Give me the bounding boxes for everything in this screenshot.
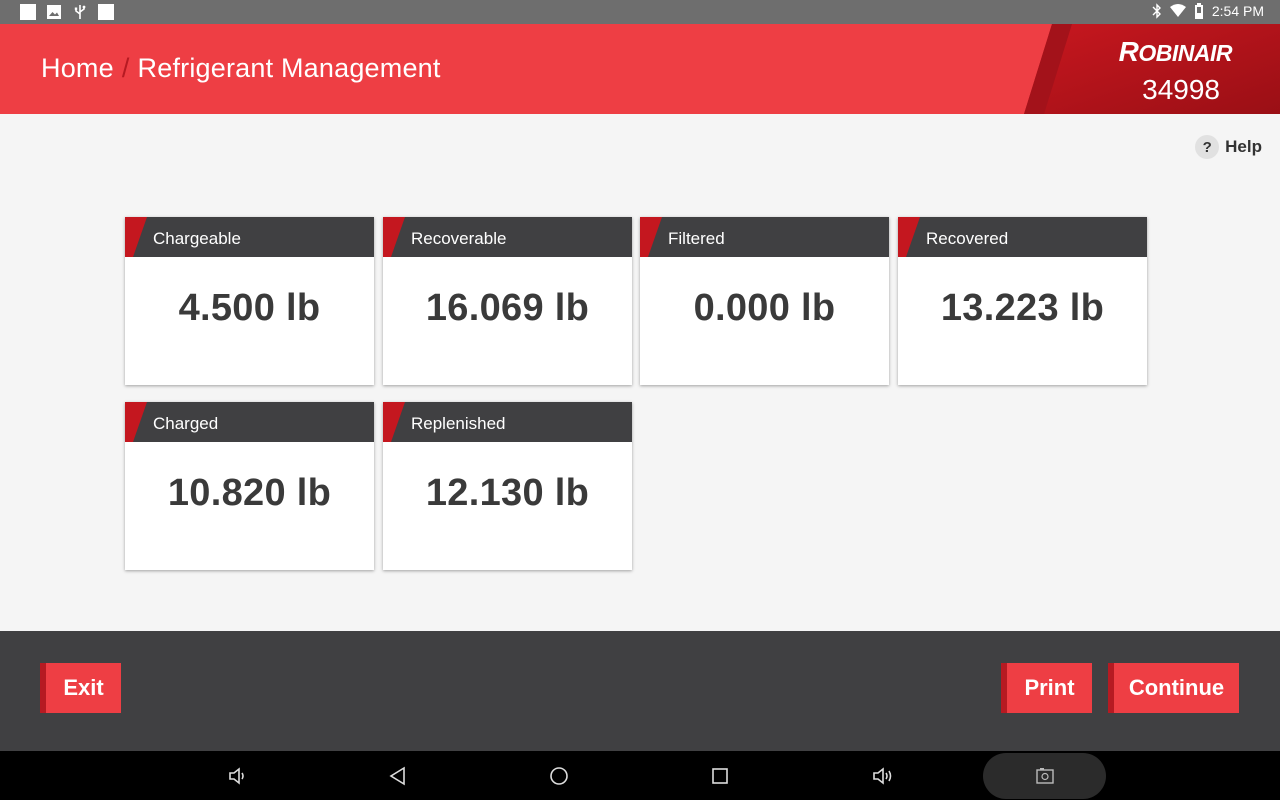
- card-filtered: Filtered 0.000 lb: [640, 217, 889, 385]
- card-chargeable: Chargeable 4.500 lb: [125, 217, 374, 385]
- continue-button[interactable]: Continue: [1108, 663, 1239, 713]
- home-icon[interactable]: [547, 764, 571, 788]
- card-value: 0.000 lb: [693, 287, 836, 329]
- card-tab-icon: [125, 402, 147, 442]
- bluetooth-icon: [1152, 3, 1162, 19]
- status-time: 2:54 PM: [1211, 3, 1264, 19]
- exit-button[interactable]: Exit: [40, 663, 121, 713]
- card-title: Chargeable: [153, 229, 241, 248]
- card-value: 16.069 lb: [425, 287, 590, 329]
- brand-panel: ROBINAIR 34998: [1024, 24, 1280, 114]
- breadcrumb-current: Refrigerant Management: [137, 53, 441, 83]
- card-title: Recovered: [926, 229, 1009, 248]
- card-value: 10.820 lb: [167, 472, 332, 514]
- card-tab-icon: [640, 217, 662, 257]
- notification-square-icon: [98, 4, 114, 20]
- card-header: Charged: [125, 402, 374, 442]
- brand-logo: ROBINAIR: [1118, 36, 1233, 67]
- card-tab-icon: [383, 217, 405, 257]
- card-value: 4.500 lb: [178, 287, 321, 329]
- card-recovered: Recovered 13.223 lb: [898, 217, 1147, 385]
- image-icon: [46, 4, 62, 20]
- card-tab-icon: [383, 402, 405, 442]
- card-title: Charged: [153, 414, 219, 433]
- card-value: 13.223 lb: [940, 287, 1105, 329]
- footer-bar: Exit Print Continue: [0, 631, 1280, 751]
- battery-icon: [1194, 3, 1204, 19]
- print-button[interactable]: Print: [1001, 663, 1092, 713]
- card-title: Replenished: [411, 414, 506, 433]
- card-tab-icon: [125, 217, 147, 257]
- card-value: 12.130 lb: [425, 472, 590, 514]
- breadcrumb-home[interactable]: Home: [41, 53, 114, 83]
- card-header: Recoverable: [383, 217, 632, 257]
- help-label: Help: [1225, 137, 1262, 156]
- app-header: Home / Refrigerant Management ROBINAIR 349…: [0, 24, 1280, 114]
- help-icon: ?: [1195, 135, 1220, 159]
- card-recoverable: Recoverable 16.069 lb: [383, 217, 632, 385]
- wifi-icon: [1169, 4, 1186, 18]
- screenshot-icon: [1033, 764, 1057, 788]
- card-tab-icon: [898, 217, 920, 257]
- back-icon[interactable]: [386, 764, 410, 788]
- status-system: 2:54 PM: [1152, 3, 1264, 19]
- card-title: Recoverable: [411, 229, 507, 248]
- card-replenished: Replenished 12.130 lb: [383, 402, 632, 570]
- breadcrumb: Home / Refrigerant Management: [41, 53, 441, 84]
- model-number: 34998: [1142, 74, 1220, 105]
- card-header: Replenished: [383, 402, 632, 442]
- status-notifications: [20, 4, 114, 20]
- navigation-bar: [0, 751, 1280, 800]
- notification-square-icon: [20, 4, 36, 20]
- recents-icon[interactable]: [708, 764, 732, 788]
- volume-up-icon[interactable]: [870, 764, 894, 788]
- card-header: Chargeable: [125, 217, 374, 257]
- volume-down-icon[interactable]: [225, 764, 249, 788]
- card-charged: Charged 10.820 lb: [125, 402, 374, 570]
- breadcrumb-separator: /: [121, 53, 130, 83]
- card-title: Filtered: [668, 229, 725, 248]
- usb-icon: [72, 4, 88, 20]
- status-bar: 2:54 PM: [0, 0, 1280, 24]
- card-header: Recovered: [898, 217, 1147, 257]
- help-button[interactable]: ? Help: [1195, 135, 1262, 159]
- screenshot-button[interactable]: [983, 753, 1106, 799]
- card-header: Filtered: [640, 217, 889, 257]
